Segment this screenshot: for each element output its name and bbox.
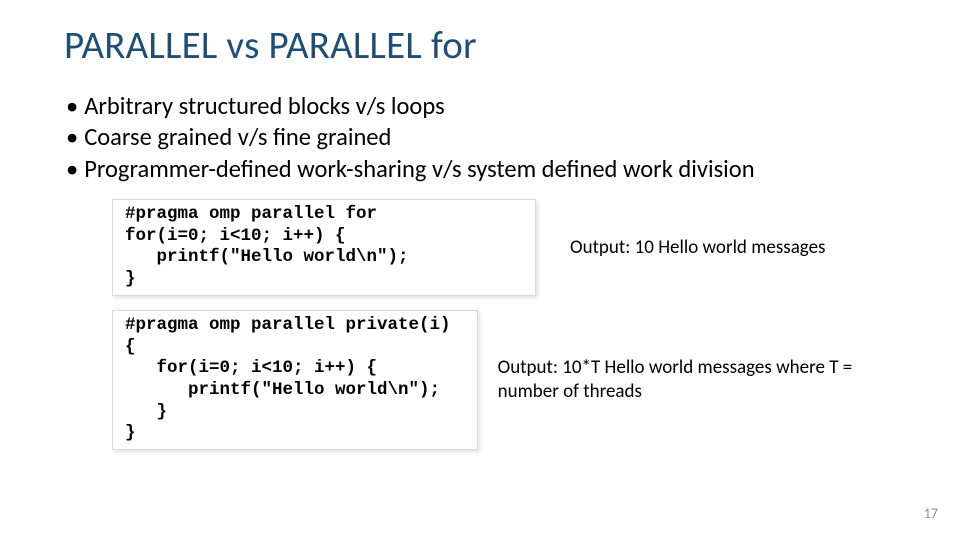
bullet-dot-icon: • (66, 122, 78, 153)
example-row-2: #pragma omp parallel private(i) { for(i=… (64, 310, 896, 450)
bullet-list: • Arbitrary structured blocks v/s loops … (64, 91, 896, 185)
bullet-text: Coarse grained v/s fine grained (84, 122, 391, 153)
example-row-1: #pragma omp parallel for for(i=0; i<10; … (64, 199, 896, 296)
output-text-1: Output: 10 Hello world messages (570, 236, 825, 260)
code-block-parallel-for: #pragma omp parallel for for(i=0; i<10; … (112, 199, 536, 296)
bullet-item: • Programmer-defined work-sharing v/s sy… (64, 154, 896, 185)
bullet-text: Programmer-defined work-sharing v/s syst… (84, 154, 754, 185)
slide: PARALLEL vs PARALLEL for • Arbitrary str… (0, 0, 960, 540)
bullet-item: • Arbitrary structured blocks v/s loops (64, 91, 896, 122)
bullet-text: Arbitrary structured blocks v/s loops (84, 91, 444, 122)
bullet-item: • Coarse grained v/s fine grained (64, 122, 896, 153)
bullet-dot-icon: • (66, 154, 78, 185)
code-block-parallel-private: #pragma omp parallel private(i) { for(i=… (112, 310, 478, 450)
output-text-2: Output: 10*T Hello world messages where … (498, 356, 896, 404)
page-number: 17 (924, 505, 938, 522)
page-title: PARALLEL vs PARALLEL for (64, 22, 896, 69)
bullet-dot-icon: • (66, 91, 78, 122)
